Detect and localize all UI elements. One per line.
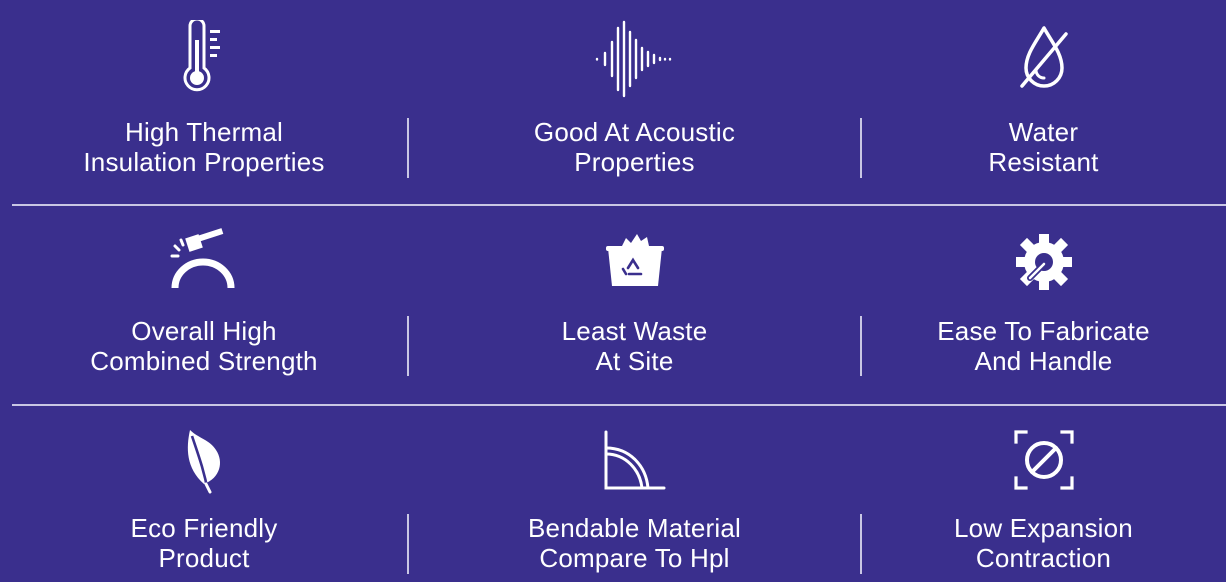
feature-label-line1: Least Waste [561,316,708,346]
gear-wrench-icon [1012,232,1076,297]
features-grid: High Thermal Insulation Properties Good … [0,0,1226,582]
feature-label-line1: Bendable Material [528,513,741,543]
feature-label-line1: Water [1008,117,1079,147]
feature-label: Low Expansion Contraction [861,513,1226,573]
feature-low-expansion: Low Expansion Contraction [861,406,1226,582]
feature-eco-friendly: Eco Friendly Product [0,406,408,582]
feature-label-line2: Contraction [975,543,1112,573]
feature-label-line2: Product [158,543,250,573]
feature-thermal-insulation: High Thermal Insulation Properties [0,0,408,198]
feature-label-line1: Good At Acoustic [533,117,736,147]
feature-label-line2: Resistant [988,147,1099,177]
features-row-3: Eco Friendly Product Bendable Material C… [0,406,1226,582]
feature-label: Least Waste At Site [408,316,861,376]
feature-label-line1: Ease To Fabricate [937,316,1150,346]
feature-label-line2: Properties [574,147,695,177]
feature-label: Water Resistant [861,117,1226,177]
feature-label: High Thermal Insulation Properties [0,117,408,177]
feature-water-resistant: Water Resistant [861,0,1226,198]
features-row-2: Overall High Combined Strength Least Was… [0,206,1226,404]
feature-label: Good At Acoustic Properties [408,117,861,177]
feature-bendable: Bendable Material Compare To Hpl [408,406,861,582]
feature-label-line2: At Site [595,346,674,376]
sound-wave-icon [593,20,677,103]
hammer-strength-icon [169,228,239,295]
feature-label-line2: Insulation Properties [83,147,325,177]
thermometer-icon [180,17,228,101]
feature-label: Bendable Material Compare To Hpl [408,513,861,573]
feature-label: Eco Friendly Product [0,513,408,573]
feature-ease-fabricate: Ease To Fabricate And Handle [861,206,1226,404]
feature-label-line2: And Handle [974,346,1113,376]
feature-combined-strength: Overall High Combined Strength [0,206,408,404]
recycle-bin-icon [602,232,668,293]
bend-curve-icon [602,428,668,497]
feature-label-line1: Low Expansion [954,513,1133,543]
feature-label-line2: Compare To Hpl [539,543,730,573]
features-row-1: High Thermal Insulation Properties Good … [0,0,1226,198]
feature-label: Overall High Combined Strength [0,316,408,376]
expansion-icon [1012,428,1076,497]
feature-label-line1: High Thermal [125,117,283,147]
water-drop-icon [1016,24,1072,97]
leaf-icon [182,428,226,499]
feature-least-waste: Least Waste At Site [408,206,861,404]
feature-label: Ease To Fabricate And Handle [861,316,1226,376]
feature-label-line1: Overall High [131,316,277,346]
feature-acoustic: Good At Acoustic Properties [408,0,861,198]
feature-label-line2: Combined Strength [90,346,318,376]
feature-label-line1: Eco Friendly [130,513,278,543]
